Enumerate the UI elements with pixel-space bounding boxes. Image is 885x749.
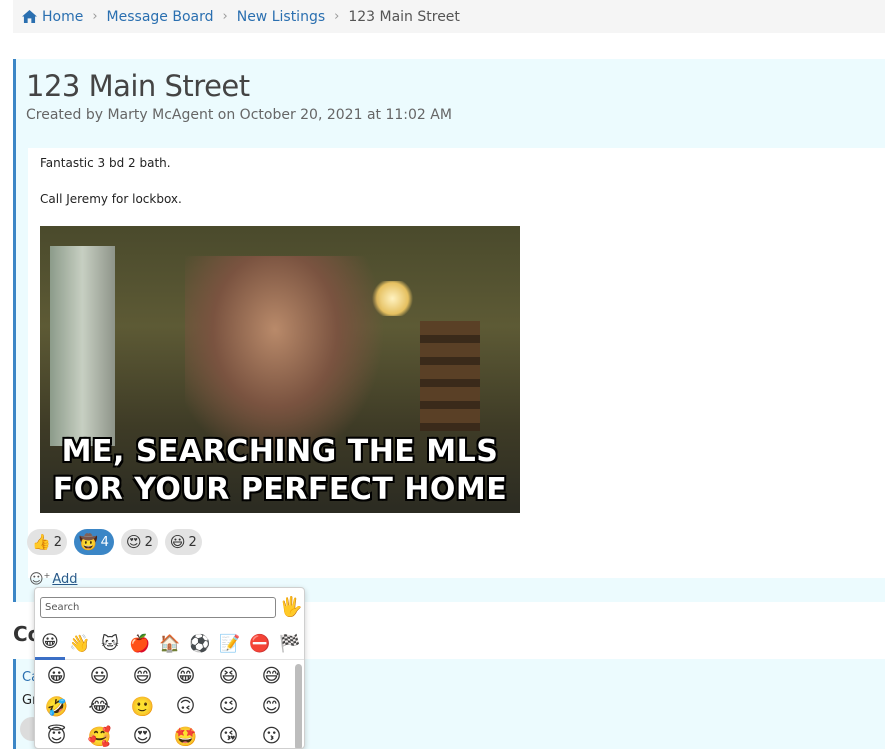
breadcrumb-home-link[interactable]: Home xyxy=(42,9,83,25)
post-card: 123 Main Street Created by Marty McAgent… xyxy=(13,59,885,602)
gif-bookshelf xyxy=(420,321,480,431)
category-travel-icon[interactable]: 🏠 xyxy=(155,627,185,660)
innocent-icon[interactable]: 😇 xyxy=(35,721,78,748)
category-activities-icon[interactable]: ⚽ xyxy=(185,627,215,660)
slight-smile-icon[interactable]: 🙂 xyxy=(121,691,164,721)
skin-tone-selector-icon[interactable]: 🖐 xyxy=(279,595,303,618)
breadcrumb-new-listings-link[interactable]: New Listings xyxy=(237,9,325,25)
add-reaction-button[interactable]: ☺+ Add xyxy=(29,571,77,588)
thumbs-up-icon: 👍 xyxy=(32,533,51,551)
category-flags-icon[interactable]: 🏁 xyxy=(275,627,304,660)
reaction-count: 2 xyxy=(144,534,153,550)
post-body-line: Call Jeremy for lockbox. xyxy=(40,192,182,206)
breadcrumb-separator: › xyxy=(222,9,228,24)
wink-icon[interactable]: 😉 xyxy=(207,691,250,721)
sweat-smile-icon[interactable]: 😅 xyxy=(250,661,293,691)
smile-icon[interactable]: 😄 xyxy=(121,661,164,691)
emoji-grid: 😀 😃 😄 😁 😆 😅 🤣 😂 🙂 🙃 😉 😊 😇 🥰 😍 🤩 😘 😗 xyxy=(35,661,293,748)
grinning-face-icon[interactable]: 😀 xyxy=(35,661,78,691)
category-objects-icon[interactable]: 📝 xyxy=(215,627,245,660)
breadcrumb: Home › Message Board › New Listings › 12… xyxy=(13,0,885,33)
reaction-cowboy[interactable]: 🤠 4 xyxy=(73,529,114,555)
breadcrumb-current: 123 Main Street xyxy=(348,8,460,25)
smiling-hearts-icon[interactable]: 🥰 xyxy=(78,721,121,748)
reactions-bar: 👍 2 🤠 4 😍 2 😃 2 xyxy=(27,529,202,555)
emoji-search-input[interactable] xyxy=(40,597,276,618)
reaction-count: 4 xyxy=(100,534,109,550)
add-reaction-label: Add xyxy=(52,571,78,587)
gif-window xyxy=(50,246,115,446)
emoji-category-tabs: 😀 👋 🐱 🍎 🏠 ⚽ 📝 ⛔ 🏁 xyxy=(35,627,304,660)
reaction-smiley[interactable]: 😃 2 xyxy=(164,529,202,555)
smiley-icon: 😃 xyxy=(169,533,186,551)
emoji-grid-scrollbar[interactable] xyxy=(295,664,302,748)
category-people-icon[interactable]: 👋 xyxy=(65,627,95,660)
smiley-icon[interactable]: 😃 xyxy=(78,661,121,691)
kissing-icon[interactable]: 😗 xyxy=(250,721,293,748)
reaction-count: 2 xyxy=(188,534,197,550)
rofl-icon[interactable]: 🤣 xyxy=(35,691,78,721)
heart-eyes-icon: 😍 xyxy=(125,533,142,551)
reaction-thumbs-up[interactable]: 👍 2 xyxy=(27,529,67,555)
upside-down-icon[interactable]: 🙃 xyxy=(164,691,207,721)
breadcrumb-message-board-link[interactable]: Message Board xyxy=(107,9,214,25)
gif-caption-line: FOR YOUR PERFECT HOME xyxy=(52,472,508,507)
emoji-picker: 🖐 😀 👋 🐱 🍎 🏠 ⚽ 📝 ⛔ 🏁 😀 😃 😄 😁 😆 😅 🤣 😂 🙂 🙃 … xyxy=(34,587,305,749)
category-smileys-icon[interactable]: 😀 xyxy=(35,627,65,660)
laughing-icon[interactable]: 😆 xyxy=(207,661,250,691)
home-icon[interactable] xyxy=(22,10,37,23)
grin-icon[interactable]: 😁 xyxy=(164,661,207,691)
post-gif-image[interactable]: ME, SEARCHING THE MLS FOR YOUR PERFECT H… xyxy=(40,226,520,513)
post-body: Fantastic 3 bd 2 bath. Call Jeremy for l… xyxy=(28,148,885,578)
breadcrumb-separator: › xyxy=(334,9,340,24)
kissing-heart-icon[interactable]: 😘 xyxy=(207,721,250,748)
gif-caption-line: ME, SEARCHING THE MLS xyxy=(61,434,499,469)
cowboy-face-icon: 🤠 xyxy=(78,533,98,551)
add-emoji-icon: ☺+ xyxy=(29,571,51,588)
joy-icon[interactable]: 😂 xyxy=(78,691,121,721)
post-body-line: Fantastic 3 bd 2 bath. xyxy=(40,156,171,170)
post-meta: Created by Marty McAgent on October 20, … xyxy=(26,107,452,123)
reaction-heart-eyes[interactable]: 😍 2 xyxy=(120,529,158,555)
category-food-icon[interactable]: 🍎 xyxy=(125,627,155,660)
post-title: 123 Main Street xyxy=(26,69,250,103)
category-animals-icon[interactable]: 🐱 xyxy=(95,627,125,660)
heart-eyes-icon[interactable]: 😍 xyxy=(121,721,164,748)
reaction-count: 2 xyxy=(53,534,62,550)
breadcrumb-separator: › xyxy=(92,9,98,24)
star-struck-icon[interactable]: 🤩 xyxy=(164,721,207,748)
blush-icon[interactable]: 😊 xyxy=(250,691,293,721)
category-symbols-icon[interactable]: ⛔ xyxy=(245,627,275,660)
